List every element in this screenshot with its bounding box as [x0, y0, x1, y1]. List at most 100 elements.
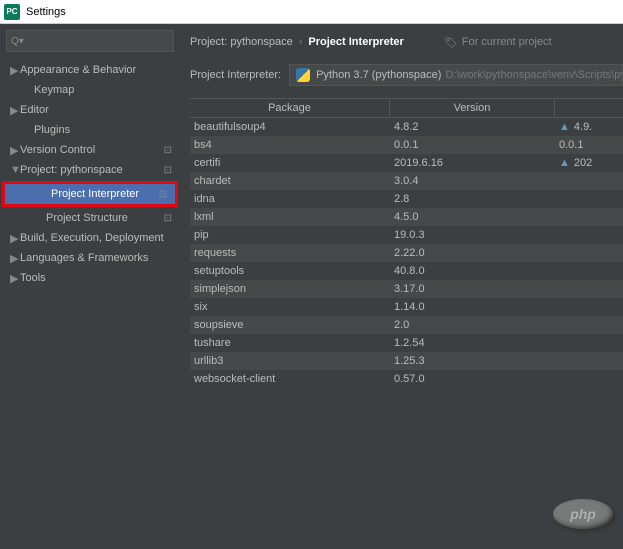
cell-version: 1.25.3: [390, 355, 555, 367]
cell-version: 2.8: [390, 193, 555, 205]
table-row[interactable]: lxml4.5.0: [190, 208, 623, 226]
cell-version: 1.14.0: [390, 301, 555, 313]
sidebar-item-tools[interactable]: ▶Tools: [0, 268, 180, 288]
cell-package: pip: [190, 229, 390, 241]
sidebar-item-label: Appearance & Behavior: [20, 64, 136, 76]
gear-icon: ⊡: [159, 189, 167, 200]
cell-package: lxml: [190, 211, 390, 223]
cell-version: 2019.6.16: [390, 157, 555, 169]
sidebar-item-label: Keymap: [34, 84, 74, 96]
interpreter-name: Python 3.7 (pythonspace): [316, 69, 441, 81]
current-project-hint: 🏷 For current project: [444, 36, 552, 49]
table-row[interactable]: certifi2019.6.16▲202: [190, 154, 623, 172]
gear-icon: ⊡: [164, 213, 172, 224]
table-row[interactable]: websocket-client0.57.0: [190, 370, 623, 388]
expand-arrow-icon: ▼: [10, 164, 20, 176]
sidebar-item-keymap[interactable]: Keymap: [0, 80, 180, 100]
packages-table: Package Version beautifulsoup44.8.2▲4.9.…: [190, 98, 623, 388]
sidebar-item-appearance-behavior[interactable]: ▶Appearance & Behavior: [0, 60, 180, 80]
cell-version: 40.8.0: [390, 265, 555, 277]
sidebar-item-version-control[interactable]: ▶Version Control⊡: [0, 140, 180, 160]
sidebar-item-label: Tools: [20, 272, 46, 284]
sidebar-item-plugins[interactable]: Plugins: [0, 120, 180, 140]
table-header: Package Version: [190, 98, 623, 118]
cell-version: 3.17.0: [390, 283, 555, 295]
header-latest[interactable]: [555, 99, 623, 117]
interpreter-label: Project Interpreter:: [190, 69, 281, 81]
header-package[interactable]: Package: [190, 99, 390, 117]
expand-arrow-icon: ▶: [10, 64, 20, 77]
table-row[interactable]: requests2.22.0: [190, 244, 623, 262]
upgrade-arrow-icon: ▲: [559, 157, 570, 169]
watermark: php: [553, 499, 613, 529]
cell-version: 2.0: [390, 319, 555, 331]
header-version[interactable]: Version: [390, 99, 555, 117]
main-area: Q▾ ▶Appearance & BehaviorKeymap▶EditorPl…: [0, 24, 623, 549]
sidebar-item-label: Plugins: [34, 124, 70, 136]
table-row[interactable]: simplejson3.17.0: [190, 280, 623, 298]
interpreter-dropdown[interactable]: Python 3.7 (pythonspace) D:\work\pythons…: [289, 64, 623, 86]
sidebar-item-label: Project Structure: [46, 212, 128, 224]
sidebar-item-label: Project: pythonspace: [20, 164, 123, 176]
cell-package: chardet: [190, 175, 390, 187]
cell-version: 1.2.54: [390, 337, 555, 349]
breadcrumb-page: Project Interpreter: [308, 36, 403, 48]
cell-latest: ▲202: [555, 157, 623, 169]
watermark-text: php: [553, 499, 613, 529]
interpreter-row: Project Interpreter: Python 3.7 (pythons…: [190, 64, 623, 86]
cell-version: 4.8.2: [390, 121, 555, 133]
window-title: Settings: [26, 6, 66, 18]
table-row[interactable]: pip19.0.3: [190, 226, 623, 244]
table-row[interactable]: bs40.0.10.0.1: [190, 136, 623, 154]
cell-version: 2.22.0: [390, 247, 555, 259]
sidebar-item-project-pythonspace[interactable]: ▼Project: pythonspace ⊡: [0, 160, 180, 180]
sidebar-item-label: Editor: [20, 104, 49, 116]
cell-package: idna: [190, 193, 390, 205]
title-bar: PC Settings: [0, 0, 623, 24]
cell-latest: ▲4.9.: [555, 121, 623, 133]
expand-arrow-icon: ▶: [10, 104, 20, 117]
sidebar-item-project-structure[interactable]: Project Structure ⊡: [0, 208, 180, 228]
settings-tree: ▶Appearance & BehaviorKeymap▶EditorPlugi…: [0, 60, 180, 288]
breadcrumb-separator: ›: [299, 36, 303, 48]
cell-package: certifi: [190, 157, 390, 169]
table-row[interactable]: beautifulsoup44.8.2▲4.9.: [190, 118, 623, 136]
cell-package: urllib3: [190, 355, 390, 367]
cell-version: 3.0.4: [390, 175, 555, 187]
gear-icon: ⊡: [164, 165, 172, 176]
sidebar-item-project-interpreter[interactable]: Project Interpreter⊡: [5, 184, 175, 204]
cell-package: soupsieve: [190, 319, 390, 331]
python-icon: [296, 68, 310, 82]
cell-package: bs4: [190, 139, 390, 151]
table-row[interactable]: setuptools40.8.0: [190, 262, 623, 280]
expand-arrow-icon: ▶: [10, 252, 20, 265]
settings-sidebar: Q▾ ▶Appearance & BehaviorKeymap▶EditorPl…: [0, 24, 180, 549]
cell-version: 19.0.3: [390, 229, 555, 241]
cell-package: six: [190, 301, 390, 313]
expand-arrow-icon: ▶: [10, 232, 20, 245]
cell-package: tushare: [190, 337, 390, 349]
cell-package: setuptools: [190, 265, 390, 277]
cell-package: beautifulsoup4: [190, 121, 390, 133]
sidebar-item-label: Build, Execution, Deployment: [20, 232, 164, 244]
cell-package: simplejson: [190, 283, 390, 295]
cell-package: requests: [190, 247, 390, 259]
table-row[interactable]: idna2.8: [190, 190, 623, 208]
table-row[interactable]: tushare1.2.54: [190, 334, 623, 352]
cell-package: websocket-client: [190, 373, 390, 385]
expand-arrow-icon: ▶: [10, 272, 20, 285]
sidebar-item-languages-frameworks[interactable]: ▶Languages & Frameworks: [0, 248, 180, 268]
sidebar-item-editor[interactable]: ▶Editor: [0, 100, 180, 120]
sidebar-item-label: Version Control: [20, 144, 95, 156]
breadcrumb-project[interactable]: Project: pythonspace: [190, 36, 293, 48]
table-row[interactable]: six1.14.0: [190, 298, 623, 316]
table-row[interactable]: soupsieve2.0: [190, 316, 623, 334]
cell-version: 0.57.0: [390, 373, 555, 385]
table-row[interactable]: chardet3.0.4: [190, 172, 623, 190]
cell-version: 0.0.1: [390, 139, 555, 151]
search-input[interactable]: Q▾: [6, 30, 174, 52]
table-row[interactable]: urllib31.25.3: [190, 352, 623, 370]
sidebar-item-build-execution-deployment[interactable]: ▶Build, Execution, Deployment: [0, 228, 180, 248]
cell-latest: 0.0.1: [555, 139, 623, 151]
interpreter-path: D:\work\pythonspace\venv\Scripts\python.…: [445, 69, 623, 81]
